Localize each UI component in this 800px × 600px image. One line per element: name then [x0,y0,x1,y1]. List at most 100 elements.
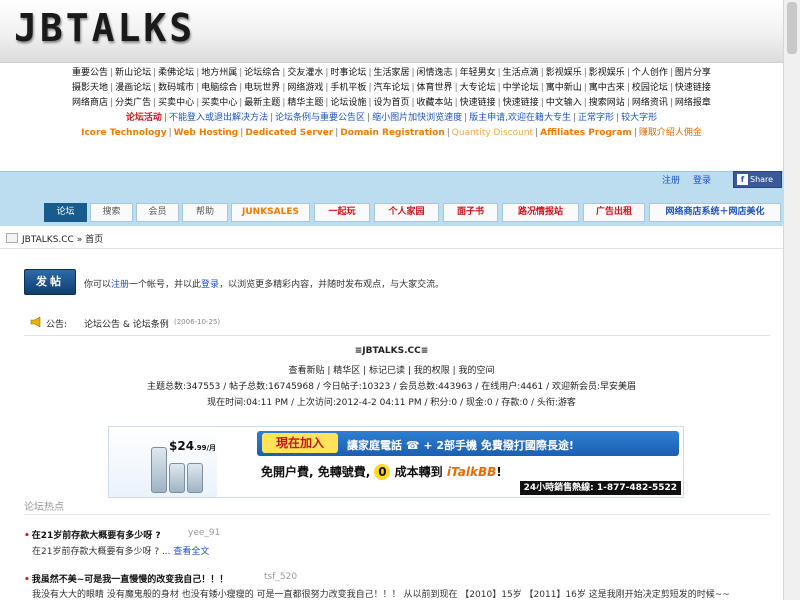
forum-link[interactable]: 图片分享 [675,68,711,78]
link-separator: | [367,113,371,123]
forum-link[interactable]: 网络游戏 [287,83,323,93]
forum-link[interactable]: 新山论坛 [115,68,151,78]
notice-link[interactable]: 较大字形 [621,113,657,123]
italkbb-ad-banner[interactable]: $24.99/月 現在加入 讓家庭電話 ☎ + 2部手機 免費撥打國際長途! 免… [108,426,684,498]
facebook-share-button[interactable]: f Share [733,171,782,188]
notice-link[interactable]: 版主申请,欢迎在籍大专生 [469,113,571,123]
sponsor-link[interactable]: Affiliates Program [540,128,632,138]
sponsor-link[interactable]: Domain Registration [340,128,444,138]
forum-link[interactable]: 电脑综合 [201,83,237,93]
forum-link[interactable]: 论坛设施 [330,98,366,108]
sponsor-link[interactable]: Web Hosting [174,128,239,138]
tab-search[interactable]: 搜索 [90,203,133,222]
quick-links[interactable]: 查看新贴 | 精华区 | 标记已读 | 我的权限 | 我的空间 [0,363,783,376]
forum-link[interactable]: 交友灌水 [287,68,323,78]
forum-link[interactable]: 影视娱乐 [546,68,582,78]
forum-link[interactable]: 生活点滴 [503,68,539,78]
forum-home-icon[interactable] [6,233,18,243]
ad-hotline: 24小時銷售熱線: 1-877-482-5522 [519,481,681,495]
tab-traffic-info[interactable]: 路况情报站 [502,203,579,222]
sponsor-link[interactable]: Dedicated Server [245,128,333,138]
forum-link[interactable]: 手机平板 [330,83,366,93]
forum-link[interactable]: 大专论坛 [460,83,496,93]
forum-link[interactable]: 时事论坛 [330,68,366,78]
forum-link[interactable]: 网络资讯 [632,98,668,108]
link-separator: | [411,68,415,78]
sponsor-link[interactable]: Quantity Discount [452,128,533,138]
forum-link[interactable]: 网络商店 [72,98,108,108]
tab-forum[interactable]: 论坛 [44,203,87,222]
tab-facebook[interactable]: 面子书 [443,203,498,222]
forum-link[interactable]: 影视娱乐 [589,68,625,78]
user-stats: 现在时间:04:11 PM / 上次访问:2012-4-2 04:11 PM /… [207,398,576,408]
forum-link[interactable]: 快速链接 [503,98,539,108]
read-more-link[interactable]: 查看全文 [173,547,209,557]
link-separator: | [163,113,167,123]
notice-link[interactable]: 正常字形 [578,113,614,123]
forum-link[interactable]: 分类广告 [115,98,151,108]
forum-link[interactable]: 电玩世界 [244,83,280,93]
tab-help[interactable]: 帮助 [182,203,228,222]
sponsor-link[interactable]: 赚取介绍人佣金 [639,128,702,138]
forum-link[interactable]: 中文输入 [546,98,582,108]
notice-text: 你可以 [84,280,112,290]
notice-link[interactable]: 不能登入或退出解决方法 [169,113,268,123]
link-separator: | [497,68,501,78]
hot-topic-title[interactable]: 我虽然不美~可是我一直慢慢的改变我自己！！！ [24,572,229,585]
sponsor-link[interactable]: Icore Technology [81,128,167,138]
breadcrumb-site[interactable]: JBTALKS.CC [22,235,74,245]
site-logo[interactable]: JBTALKS [14,8,195,48]
forum-link[interactable]: 闲情逸志 [417,68,453,78]
forum-link[interactable]: 寓中新山 [546,83,582,93]
forum-link[interactable]: 精华主题 [287,98,323,108]
forum-link[interactable]: 最新主题 [244,98,280,108]
forum-link[interactable]: 数码城市 [158,83,194,93]
forum-link[interactable]: 生活家居 [373,68,409,78]
forum-link[interactable]: 重要公告 [72,68,108,78]
notice-link[interactable]: 论坛活动 [126,113,162,123]
vertical-scrollbar[interactable] [783,0,800,600]
forum-link[interactable]: 柔佛论坛 [158,68,194,78]
forum-link[interactable]: 年轻男女 [460,68,496,78]
forum-link[interactable]: 体育世界 [417,83,453,93]
scrollbar-thumb[interactable] [787,2,797,54]
forum-link[interactable]: 收藏本站 [417,98,453,108]
hot-topic-author[interactable]: yee_91 [188,528,220,538]
forum-link[interactable]: 寓中古来 [589,83,625,93]
forum-link[interactable]: 快速链接 [460,98,496,108]
new-post-button[interactable]: 发帖 [24,269,76,295]
forum-link[interactable]: 校园论坛 [632,83,668,93]
tab-personal-home[interactable]: 个人家园 [374,203,439,222]
tab-junksales[interactable]: JUNKSALES [231,203,310,222]
announcement-link[interactable]: 论坛公告 & 论坛条例 [84,317,169,330]
forum-link[interactable]: 买卖中心 [158,98,194,108]
forum-link[interactable]: 论坛综合 [244,68,280,78]
forum-link[interactable]: 摄影天地 [72,83,108,93]
forum-link[interactable]: 中学论坛 [503,83,539,93]
hot-topics-heading: 论坛热点 [24,502,64,513]
forum-link[interactable]: 搜索网站 [589,98,625,108]
hot-topic-title[interactable]: 在21岁前存款大概要有多少呀 ? [24,528,161,541]
ad-join-button[interactable]: 現在加入 [262,433,338,453]
forum-link[interactable]: 网络报章 [675,98,711,108]
forum-link[interactable]: 买卖中心 [201,98,237,108]
tab-play-together[interactable]: 一起玩 [314,203,370,222]
forum-link[interactable]: 快速链接 [675,83,711,93]
notice-register-link[interactable]: 注册 [111,280,129,290]
forum-link[interactable]: 汽车论坛 [373,83,409,93]
forum-link[interactable]: 个人创作 [632,68,668,78]
forum-link[interactable]: 设为首页 [373,98,409,108]
forum-link[interactable]: 地方州属 [201,68,237,78]
ad-subline: 免開户費, 免轉號費, 0 成本轉到 iTalkBB! [261,464,502,480]
notice-login-link[interactable]: 登录 [201,280,219,290]
notice-link[interactable]: 论坛条例与重要公告区 [275,113,365,123]
forum-link[interactable]: 漫画论坛 [115,83,151,93]
tab-online-store[interactable]: 网络商店系统＋网店美化 [649,203,781,222]
tab-ad-rental[interactable]: 广告出租 [583,203,645,222]
tab-members[interactable]: 会员 [136,203,179,222]
register-link[interactable]: 注册 [662,173,680,186]
login-link[interactable]: 登录 [693,173,711,186]
hot-topic-author[interactable]: tsf_520 [264,572,297,582]
notice-link[interactable]: 缩小图片加快浏览速度 [372,113,462,123]
link-separator: | [540,98,544,108]
